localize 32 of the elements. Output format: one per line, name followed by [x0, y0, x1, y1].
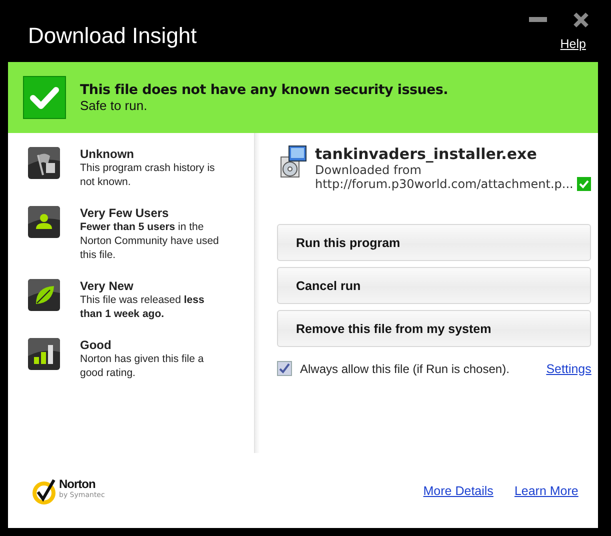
factor-title: Very Few Users: [80, 206, 170, 220]
logo-name: Norton: [59, 476, 96, 490]
flag-icon: [28, 147, 60, 179]
help-link[interactable]: Help: [560, 37, 586, 51]
factor-description: Fewer than 5 users in the Norton Community have used this file.: [80, 220, 220, 262]
checkmark-icon: [23, 76, 66, 119]
status-headline: This file does not have any known security issues.: [80, 82, 448, 98]
status-subline: Safe to run.: [80, 98, 148, 113]
close-icon: [573, 12, 589, 28]
factor-description: This program crash history is not known.: [80, 161, 216, 189]
settings-link[interactable]: Settings: [546, 362, 592, 376]
footer-link[interactable]: Learn More: [514, 484, 578, 498]
factor-description: This file was released less than 1 week ago.: [80, 293, 206, 321]
minimize-icon: [529, 16, 547, 24]
leaf-icon: [28, 279, 60, 311]
action-button[interactable]: Cancel run: [277, 267, 592, 304]
checkbox[interactable]: [277, 361, 292, 376]
checkmark-logo-icon: [32, 476, 58, 504]
action-button[interactable]: Run this program: [277, 224, 592, 261]
window-title: Download Insight: [28, 23, 197, 50]
factor-title: Very New: [80, 279, 134, 293]
file-name: tankinvaders_installer.exe: [315, 145, 538, 163]
signal-bars-icon: [28, 338, 60, 370]
person-icon: [28, 206, 60, 238]
footer-link[interactable]: More Details: [423, 484, 494, 498]
checkbox-label: Always allow this file (if Run is chosen).: [300, 362, 510, 376]
action-button[interactable]: Remove this file from my system: [277, 310, 592, 347]
source-url: http://forum.p30world.com/attachment.p...: [315, 177, 574, 191]
factor-title: Good: [80, 338, 112, 352]
factor-description: Norton has given this file a good rating.: [80, 352, 205, 380]
source-label: Downloaded from: [315, 163, 422, 177]
factor-title: Unknown: [80, 147, 135, 161]
